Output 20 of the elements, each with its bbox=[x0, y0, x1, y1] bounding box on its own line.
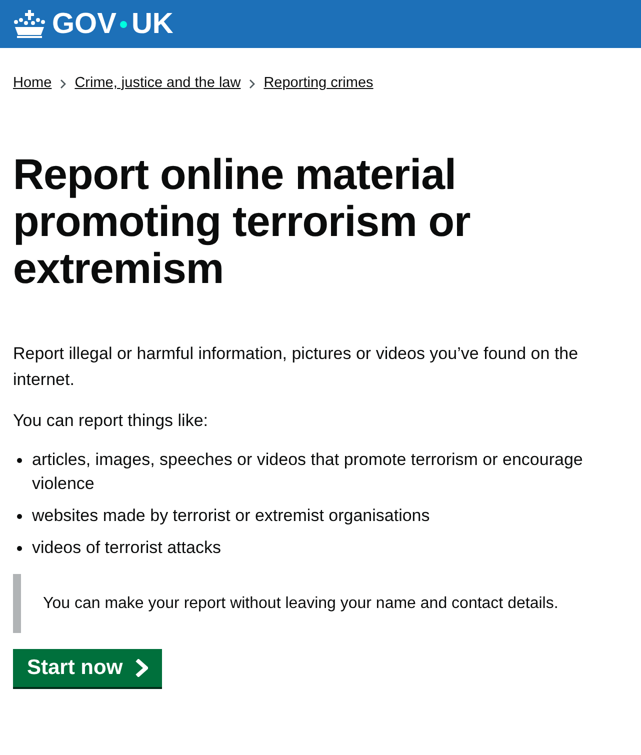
bullet-icon bbox=[17, 546, 22, 551]
page-title: Report online material promoting terrorism or extremism bbox=[13, 152, 472, 294]
list-lead-text: You can report things like: bbox=[13, 410, 209, 432]
start-now-button[interactable]: Start now bbox=[13, 648, 162, 687]
dot-icon bbox=[120, 20, 128, 28]
list-item-text: videos of terrorist attacks bbox=[32, 536, 221, 559]
chevron-right-icon bbox=[60, 78, 67, 88]
chevron-right-icon bbox=[248, 78, 256, 88]
list-item-text: websites made by terrorist or extremist organisations bbox=[32, 504, 430, 527]
bullet-icon bbox=[17, 458, 22, 463]
intro-text: Report illegal or harmful information, pictures or videos you’ve found on the internet. bbox=[13, 343, 580, 392]
chevron-right-icon bbox=[134, 658, 148, 677]
breadcrumb-link[interactable]: Home bbox=[13, 73, 52, 94]
breadcrumb-link[interactable]: Reporting crimes bbox=[264, 73, 374, 94]
crown-icon bbox=[13, 10, 46, 38]
list-item-text: articles, images, speeches or videos that promote terrorism or encourage violence bbox=[32, 448, 584, 495]
breadcrumb-link[interactable]: Crime, justice and the law bbox=[74, 73, 241, 94]
bullet-icon bbox=[17, 514, 22, 519]
gov-uk-logo[interactable]: GOV UK bbox=[0, 0, 641, 48]
inset-text: You can make your report without leaving your name and contact details. bbox=[13, 574, 628, 633]
